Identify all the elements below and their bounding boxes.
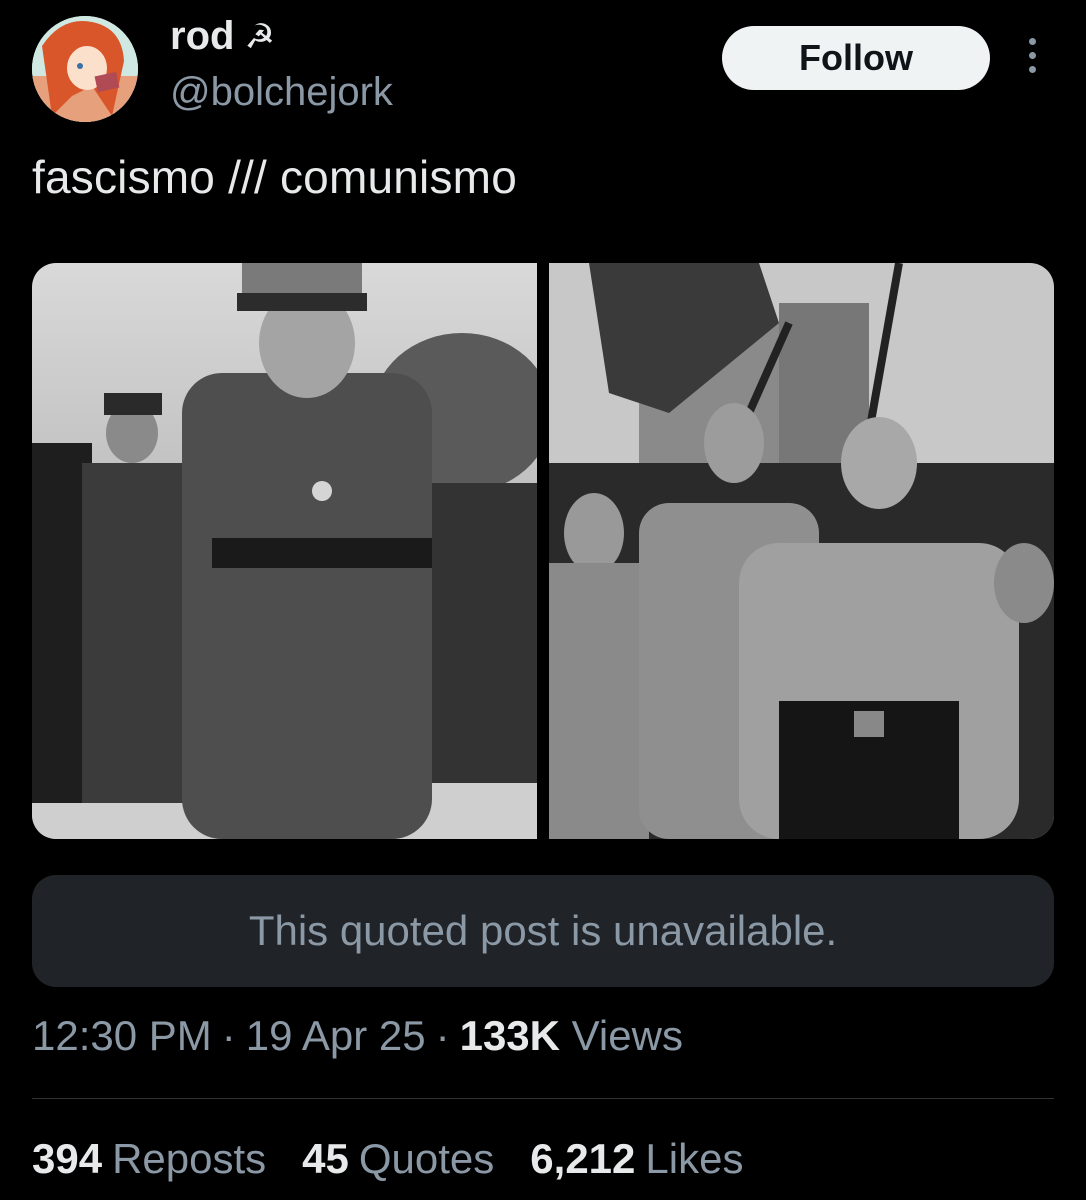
author-display-name[interactable]: rod xyxy=(170,14,234,59)
views-label: Views xyxy=(571,1012,683,1059)
media-image-left[interactable] xyxy=(32,263,537,839)
quoted-post-unavailable: This quoted post is unavailable. xyxy=(32,875,1054,987)
author-handle[interactable]: @bolchejork xyxy=(170,70,393,115)
views-count: 133K xyxy=(459,1012,560,1059)
quotes-label: Quotes xyxy=(358,1135,495,1182)
author-name-row[interactable]: rod ☭ xyxy=(170,14,275,59)
follow-button[interactable]: Follow xyxy=(722,26,990,90)
avatar[interactable] xyxy=(32,16,138,122)
views-stat[interactable]: 133K Views xyxy=(460,1012,683,1060)
meta-separator: · xyxy=(435,1012,450,1059)
more-options-icon[interactable] xyxy=(1022,38,1042,80)
engagement-stats: 394 Reposts 45 Quotes 6,212 Likes xyxy=(32,1135,743,1183)
avatar-image xyxy=(32,16,138,122)
post-meta: 12:30 PM · 19 Apr 25 · 133K Views xyxy=(32,1012,683,1060)
meta-separator: · xyxy=(221,1012,236,1059)
media-image-right[interactable] xyxy=(549,263,1054,839)
reposts-label: Reposts xyxy=(112,1135,267,1182)
reposts-count: 394 xyxy=(32,1135,103,1182)
quotes-count: 45 xyxy=(302,1135,349,1182)
divider xyxy=(32,1098,1054,1099)
post-time[interactable]: 12:30 PM xyxy=(32,1012,212,1060)
post-media[interactable] xyxy=(32,263,1054,839)
likes-stat[interactable]: 6,212 Likes xyxy=(530,1135,743,1183)
post-text: fascismo /// comunismo xyxy=(32,151,517,203)
photo-crowd-shirtless xyxy=(549,263,1054,839)
hammer-sickle-icon: ☭ xyxy=(244,17,275,56)
reposts-stat[interactable]: 394 Reposts xyxy=(32,1135,266,1183)
likes-count: 6,212 xyxy=(530,1135,636,1182)
photo-uniformed-officials xyxy=(32,263,537,839)
quotes-stat[interactable]: 45 Quotes xyxy=(302,1135,494,1183)
post-date[interactable]: 19 Apr 25 xyxy=(246,1012,426,1060)
likes-label: Likes xyxy=(645,1135,744,1182)
quoted-post-unavailable-text: This quoted post is unavailable. xyxy=(248,907,838,954)
